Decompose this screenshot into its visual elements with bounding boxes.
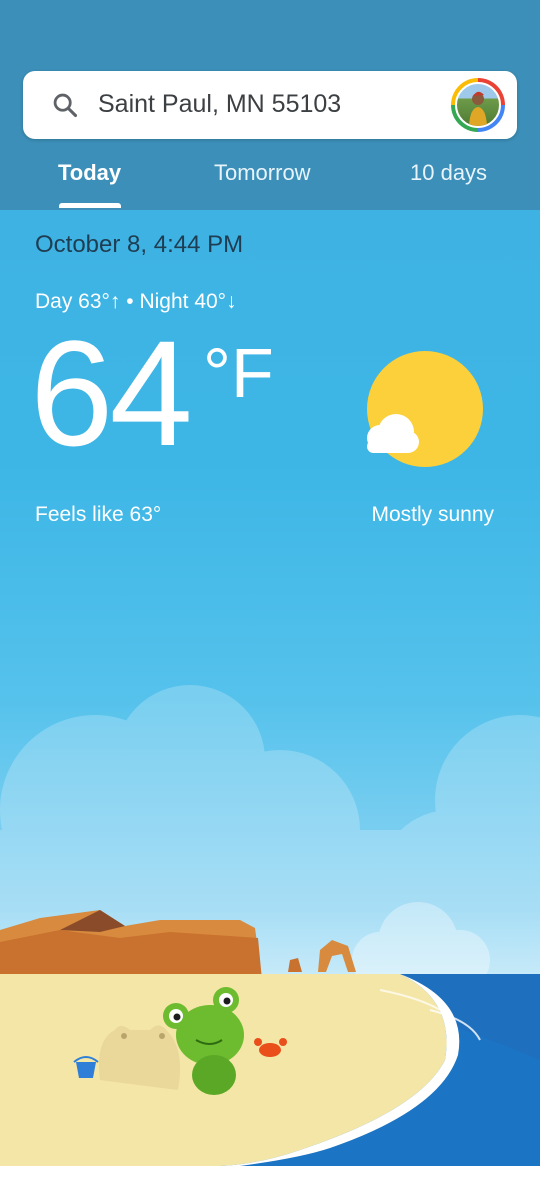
beach-illustration bbox=[0, 685, 540, 1166]
current-datetime: October 8, 4:44 PM bbox=[35, 231, 244, 258]
avatar-photo bbox=[455, 82, 501, 128]
current-temperature: 64 bbox=[30, 309, 193, 477]
feels-like: Feels like 63° bbox=[35, 503, 162, 526]
search-icon[interactable] bbox=[51, 91, 79, 119]
tab-today[interactable]: Today bbox=[58, 160, 121, 186]
search-query[interactable]: Saint Paul, MN 55103 bbox=[98, 90, 341, 119]
app-header: Saint Paul, MN 55103 Today Tomorrow 10 d… bbox=[0, 0, 540, 210]
account-avatar[interactable] bbox=[451, 78, 505, 132]
search-bar[interactable]: Saint Paul, MN 55103 bbox=[23, 71, 517, 139]
tab-tomorrow[interactable]: Tomorrow bbox=[214, 160, 311, 186]
mostly-sunny-icon bbox=[367, 351, 483, 467]
condition-text: Mostly sunny bbox=[371, 503, 494, 526]
temperature-unit[interactable]: °F bbox=[203, 338, 274, 408]
tab-10-days[interactable]: 10 days bbox=[410, 160, 487, 186]
forecast-tabs: Today Tomorrow 10 days bbox=[0, 150, 540, 210]
selected-tab-indicator bbox=[59, 203, 121, 208]
weather-app: Saint Paul, MN 55103 Today Tomorrow 10 d… bbox=[0, 0, 540, 1166]
